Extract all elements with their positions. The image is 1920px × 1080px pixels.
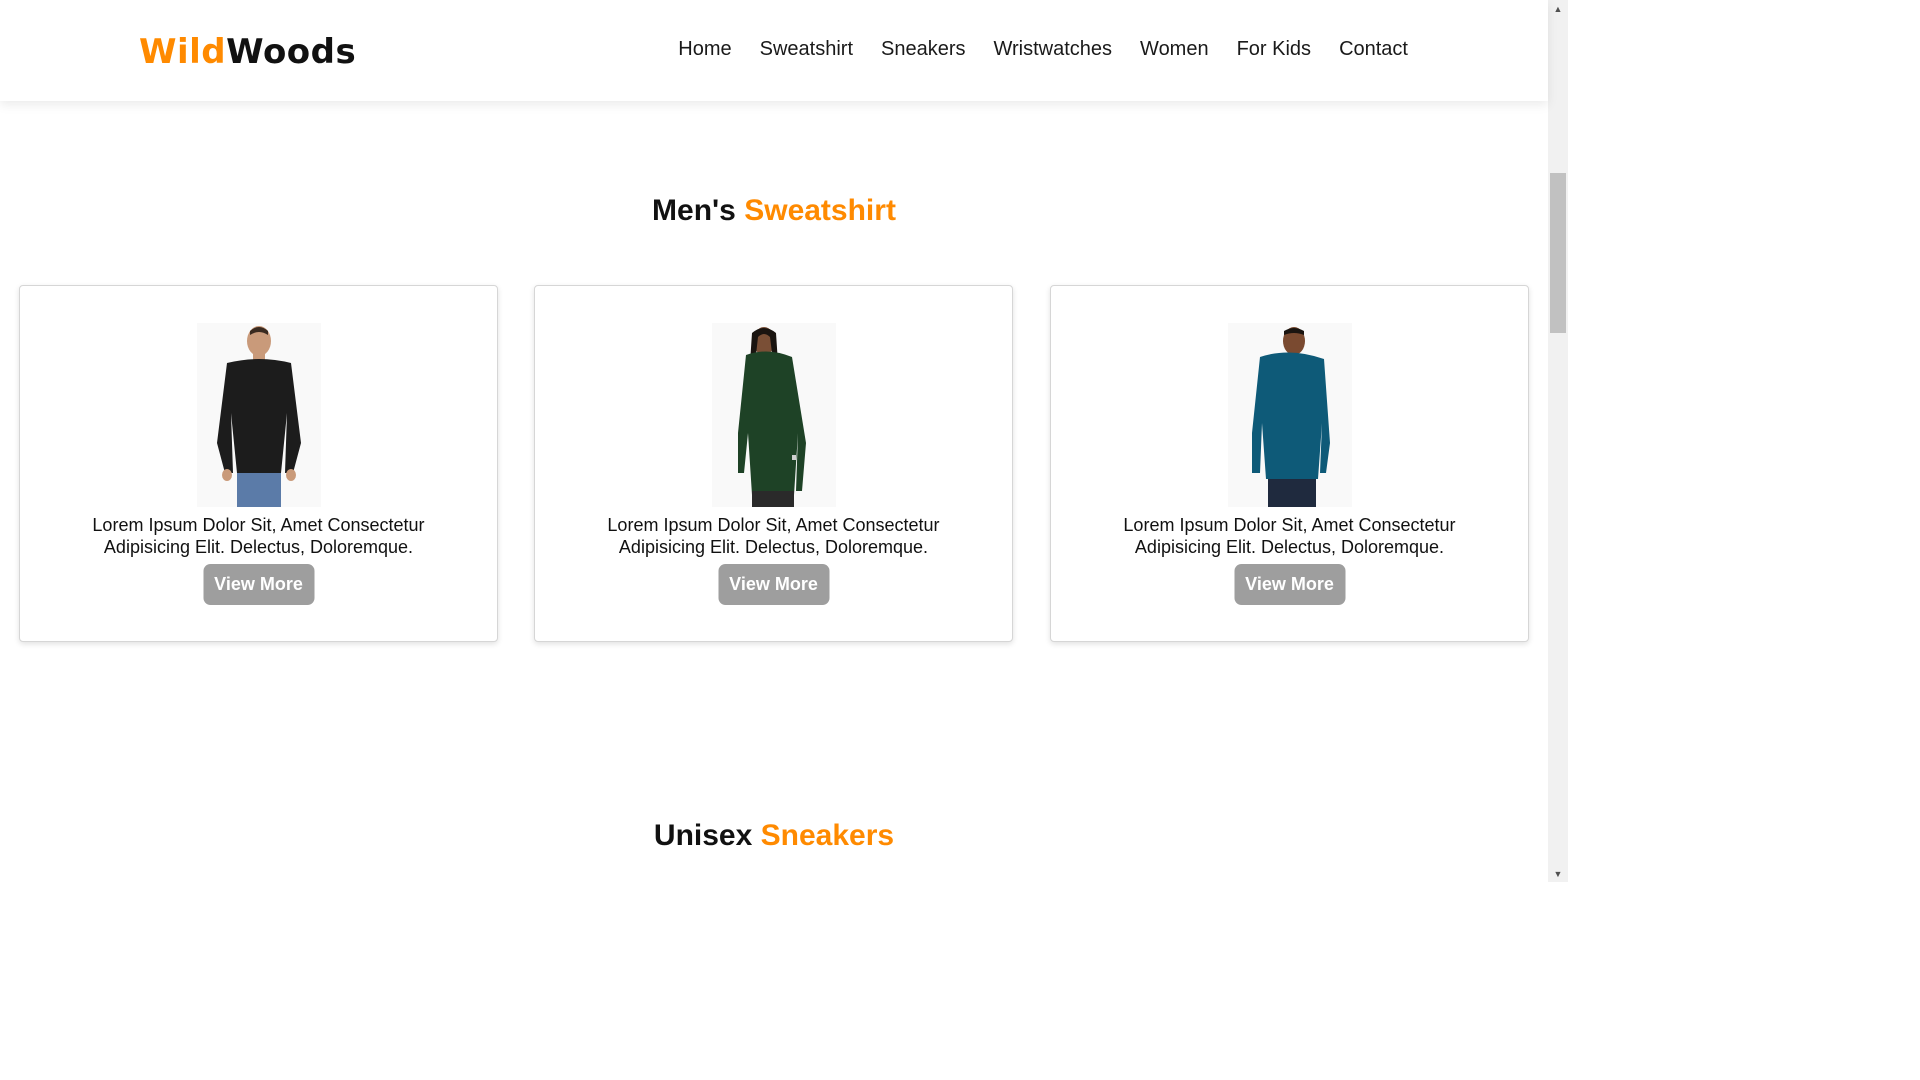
product-card: Lorem Ipsum Dolor Sit, Amet Consectetur … bbox=[19, 285, 498, 642]
brand-logo[interactable]: WildWoods bbox=[139, 32, 356, 72]
nav-home[interactable]: Home bbox=[678, 38, 731, 61]
section-title-sweatshirt: Men's Sweatshirt bbox=[0, 194, 1548, 228]
product-image-blue-hoodie bbox=[1227, 323, 1352, 507]
product-card: Lorem Ipsum Dolor Sit, Amet Consectetur … bbox=[1050, 285, 1529, 642]
nav-for-kids[interactable]: For Kids bbox=[1237, 38, 1311, 61]
product-description-line1: Lorem Ipsum Dolor Sit, Amet Consectetur bbox=[1123, 515, 1456, 535]
section-title-plain: Unisex bbox=[653, 819, 753, 852]
product-description-line2: Adipisicing Elit. Delectus, Doloremque. bbox=[1134, 537, 1445, 557]
brand-logo-part1: Wild bbox=[139, 32, 227, 72]
view-more-button[interactable]: View More bbox=[1234, 564, 1345, 605]
nav-wristwatches[interactable]: Wristwatches bbox=[994, 38, 1113, 61]
main-nav: Home Sweatshirt Sneakers Wristwatches Wo… bbox=[678, 38, 1408, 61]
product-image-black-sweatshirt bbox=[196, 323, 321, 507]
nav-contact[interactable]: Contact bbox=[1339, 38, 1408, 61]
scrollbar-thumb[interactable] bbox=[1550, 173, 1566, 333]
product-description-line1: Lorem Ipsum Dolor Sit, Amet Consectetur bbox=[92, 515, 425, 535]
section-title-sneakers: Unisex Sneakers bbox=[0, 819, 1548, 853]
section-title-accent: Sweatshirt bbox=[744, 194, 896, 227]
product-image-green-hoodie bbox=[711, 323, 836, 507]
view-more-button[interactable]: View More bbox=[718, 564, 829, 605]
scroll-up-icon[interactable]: ▲ bbox=[1548, 0, 1568, 17]
view-more-button[interactable]: View More bbox=[203, 564, 314, 605]
product-description-line1: Lorem Ipsum Dolor Sit, Amet Consectetur bbox=[607, 515, 940, 535]
product-card: Lorem Ipsum Dolor Sit, Amet Consectetur … bbox=[534, 285, 1013, 642]
brand-logo-part2: Woods bbox=[226, 32, 357, 72]
product-description: Lorem Ipsum Dolor Sit, Amet Consectetur … bbox=[20, 514, 497, 558]
page-scrollbar[interactable]: ▲ ▼ bbox=[1548, 0, 1568, 882]
product-description-line2: Adipisicing Elit. Delectus, Doloremque. bbox=[103, 537, 414, 557]
nav-sneakers[interactable]: Sneakers bbox=[881, 38, 966, 61]
product-description-line2: Adipisicing Elit. Delectus, Doloremque. bbox=[618, 537, 929, 557]
site-header: WildWoods Home Sweatshirt Sneakers Wrist… bbox=[0, 0, 1548, 101]
section-title-accent: Sneakers bbox=[760, 819, 895, 852]
section-title-plain: Men's bbox=[652, 194, 736, 227]
product-description: Lorem Ipsum Dolor Sit, Amet Consectetur … bbox=[535, 514, 1012, 558]
scroll-down-icon[interactable]: ▼ bbox=[1548, 865, 1568, 882]
nav-women[interactable]: Women bbox=[1140, 38, 1209, 61]
product-description: Lorem Ipsum Dolor Sit, Amet Consectetur … bbox=[1051, 514, 1528, 558]
nav-sweatshirt[interactable]: Sweatshirt bbox=[760, 38, 853, 61]
